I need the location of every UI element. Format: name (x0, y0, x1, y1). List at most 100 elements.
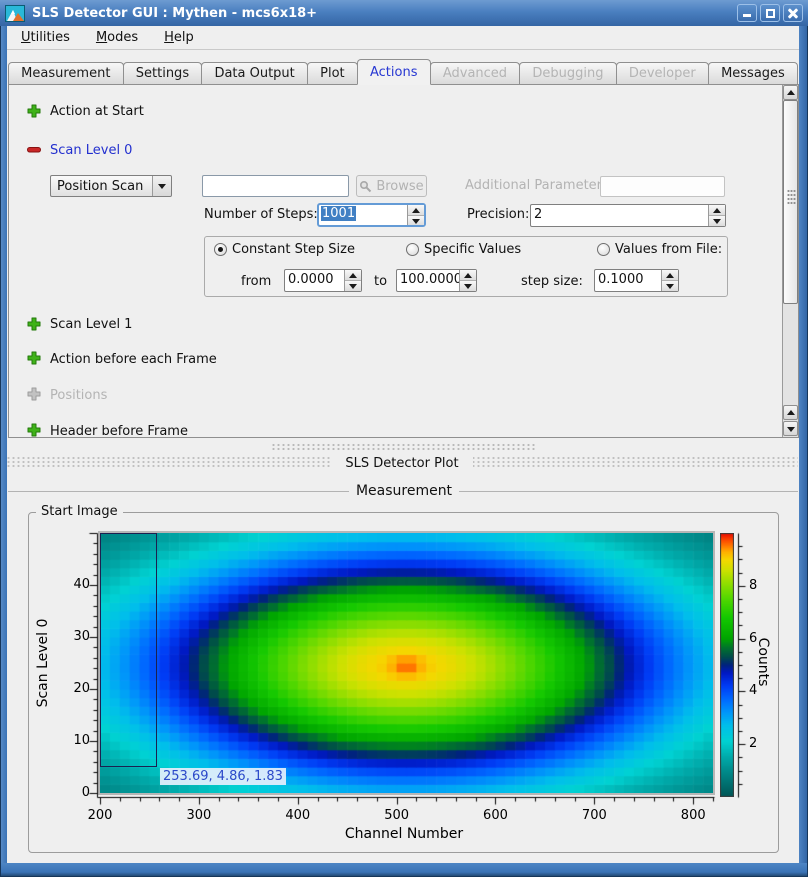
expand-plus-icon[interactable] (26, 422, 42, 438)
colorbar-tick-label: 8 (749, 578, 757, 594)
arrow-up-icon (787, 90, 795, 95)
y-tick-label: 20 (56, 681, 90, 697)
x-tick-label: 200 (80, 808, 120, 824)
tab-plot[interactable]: Plot (307, 62, 358, 84)
browse-label: Browse (376, 179, 423, 194)
scrollbar-down-button[interactable] (783, 421, 798, 436)
titlebar[interactable]: SLS Detector GUI : Mythen - mcs6x18+ (0, 0, 808, 26)
colorbar-tick-label: 2 (749, 736, 757, 752)
y-tick-label: 40 (56, 577, 90, 593)
zoom-selection-rect (100, 533, 157, 767)
splitter-handle[interactable] (271, 443, 537, 450)
radio-values-from-file-label[interactable]: Values from File: (615, 242, 722, 258)
x-tick-label: 800 (673, 808, 713, 824)
step-size-spinbox[interactable]: 0.1000 (594, 269, 679, 292)
spin-up-button[interactable] (345, 270, 361, 280)
close-button[interactable] (783, 4, 803, 22)
tab-measurement[interactable]: Measurement (8, 62, 124, 84)
tab-data-output[interactable]: Data Output (201, 62, 308, 84)
tab-debugging[interactable]: Debugging (519, 62, 616, 84)
tab-settings[interactable]: Settings (123, 62, 203, 84)
step-size-value: 0.1000 (595, 270, 661, 291)
scrollbar-up-button-2[interactable] (783, 405, 798, 420)
scan-level-1-label[interactable]: Scan Level 1 (50, 317, 132, 333)
tab-actions[interactable]: Actions (357, 59, 431, 85)
maximize-button[interactable] (760, 4, 780, 22)
to-value: 100.0000 (397, 270, 459, 291)
precision-spinbox[interactable]: 2 (530, 204, 726, 227)
arrow-down-icon (464, 284, 472, 289)
radio-specific-values-label[interactable]: Specific Values (424, 242, 521, 258)
y-axis-title: Scan Level 0 (35, 592, 53, 734)
x-tick-label: 500 (377, 808, 417, 824)
y-tick-label: 10 (56, 733, 90, 749)
scan-level-0-label[interactable]: Scan Level 0 (50, 143, 132, 159)
arrow-down-icon (349, 284, 357, 289)
tab-developer[interactable]: Developer (616, 62, 709, 84)
expand-plus-icon[interactable] (26, 350, 42, 366)
magnifier-icon (359, 180, 372, 193)
arrow-up-icon (787, 410, 795, 415)
to-spinbox[interactable]: 100.0000 (396, 269, 477, 292)
expand-plus-icon-disabled (26, 386, 42, 402)
radio-constant-step-size[interactable] (214, 243, 227, 256)
vertical-scrollbar[interactable] (782, 85, 798, 437)
plot-dock-title: SLS Detector Plot (331, 456, 472, 472)
header-before-frame-label[interactable]: Header before Frame (50, 424, 188, 438)
chevron-down-icon (158, 184, 166, 189)
spin-down-button[interactable] (662, 280, 678, 291)
x-tick-label: 400 (278, 808, 318, 824)
scan-mode-combobox[interactable]: Position Scan (50, 175, 172, 197)
from-spinbox[interactable]: 0.0000 (284, 269, 362, 292)
additional-parameter-input[interactable] (600, 176, 725, 197)
action-at-start-label[interactable]: Action at Start (50, 104, 144, 120)
spin-up-button[interactable] (662, 270, 678, 280)
menu-help[interactable]: Help (156, 28, 202, 47)
menu-modes[interactable]: Modes (88, 28, 146, 47)
from-label: from (241, 274, 271, 290)
number-of-steps-label: Number of Steps: (204, 207, 318, 223)
app-icon[interactable] (5, 5, 25, 22)
browse-button[interactable]: Browse (356, 175, 427, 197)
axes-ticks-canvas (88, 524, 778, 836)
window-border-left (0, 26, 7, 877)
radio-specific-values[interactable] (406, 243, 419, 256)
expand-plus-icon[interactable] (26, 103, 42, 119)
precision-label: Precision: (467, 207, 529, 223)
arrow-down-icon (787, 427, 795, 432)
spin-up-button[interactable] (460, 270, 476, 280)
scrollbar-grip (787, 189, 796, 205)
menu-utilities[interactable]: Utilities (13, 28, 78, 47)
minimize-button[interactable] (737, 4, 757, 22)
from-value: 0.0000 (285, 270, 344, 291)
tab-advanced[interactable]: Advanced (430, 62, 521, 84)
additional-parameter-label: Additional Parameter: (465, 178, 606, 194)
spin-down-button[interactable] (345, 280, 361, 291)
combobox-dropdown-button[interactable] (152, 176, 171, 196)
arrow-up-icon (713, 208, 721, 213)
expand-plus-icon[interactable] (26, 316, 42, 332)
radio-values-from-file[interactable] (597, 243, 610, 256)
radio-constant-step-size-label[interactable]: Constant Step Size (232, 242, 355, 258)
number-of-steps-spinbox[interactable]: 1001 (317, 203, 426, 227)
menubar: Utilities Modes Help (7, 26, 799, 50)
collapse-minus-icon[interactable] (26, 142, 42, 158)
action-before-each-frame-label[interactable]: Action before each Frame (50, 352, 217, 368)
spin-up-button[interactable] (408, 205, 424, 215)
window-border-bottom (0, 863, 808, 877)
scan-mode-value: Position Scan (51, 179, 152, 194)
plot-dock-titlebar[interactable]: SLS Detector Plot (6, 456, 798, 467)
spin-down-button[interactable] (709, 215, 725, 226)
scrollbar-up-button[interactable] (783, 85, 798, 100)
y-tick-label: 30 (56, 629, 90, 645)
spin-up-button[interactable] (709, 205, 725, 215)
minimize-icon (743, 14, 751, 17)
scan-file-input[interactable] (202, 175, 349, 197)
positions-label: Positions (50, 388, 107, 404)
spin-down-button[interactable] (460, 280, 476, 291)
colorbar-tick-label: 6 (749, 631, 757, 647)
colorbar-tick-label: 4 (749, 683, 757, 699)
spin-down-button[interactable] (408, 215, 424, 226)
scrollbar-thumb[interactable] (783, 100, 798, 304)
tab-messages[interactable]: Messages (708, 62, 798, 84)
